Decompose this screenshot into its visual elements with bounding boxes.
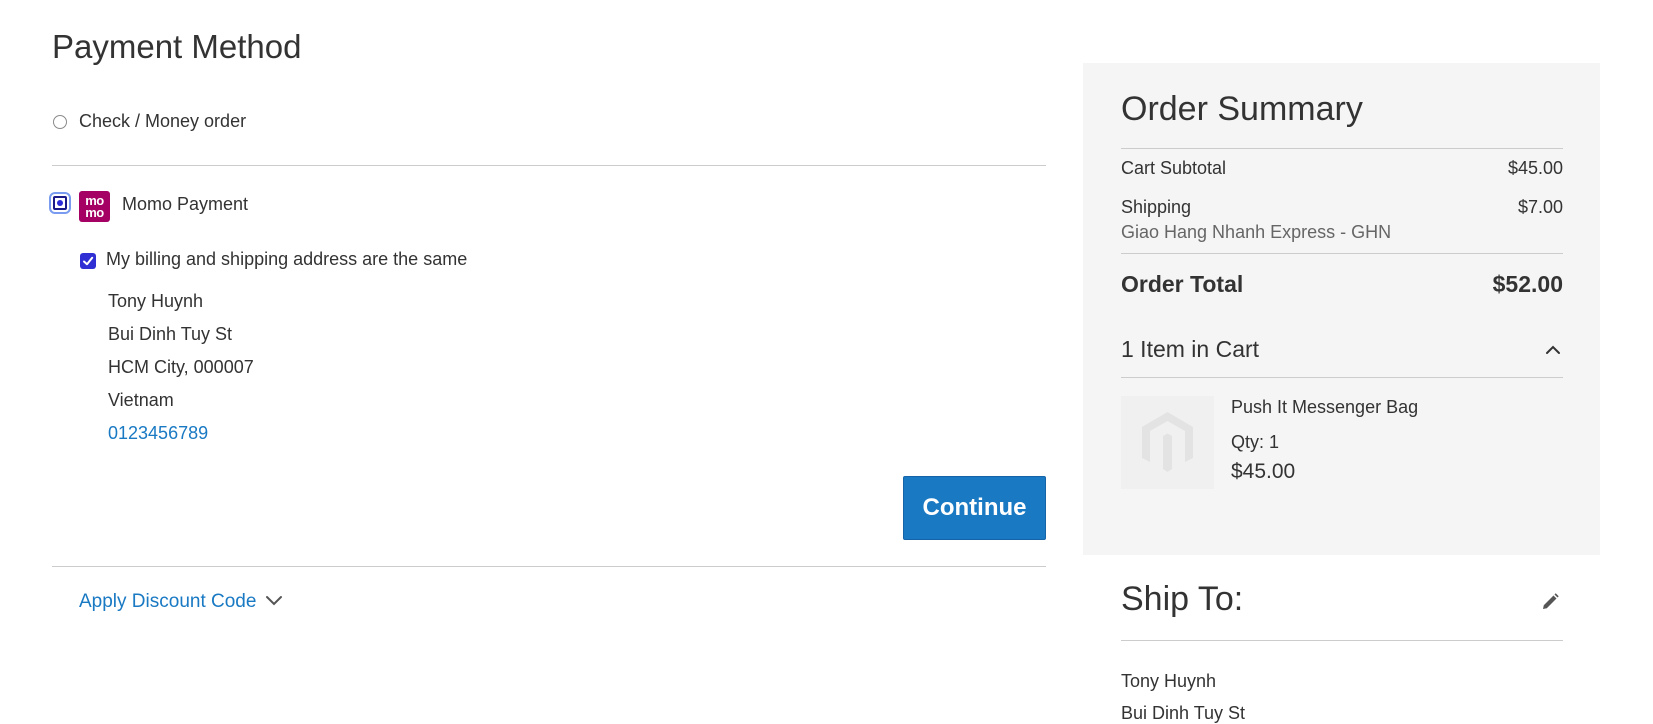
cart-subtotal-label: Cart Subtotal (1121, 158, 1227, 178)
shipping-label: Shipping (1121, 197, 1192, 217)
cart-divider (1121, 377, 1563, 378)
items-in-cart-toggle[interactable]: 1 Item in Cart (1121, 336, 1259, 363)
billing-same-checkbox[interactable] (80, 253, 96, 269)
product-thumbnail[interactable] (1121, 396, 1214, 489)
billing-country: Vietnam (108, 390, 174, 410)
billing-name: Tony Huynh (108, 291, 204, 311)
shipping-value: $7.00 (1517, 197, 1563, 217)
chevron-up-icon[interactable] (1545, 342, 1561, 360)
summary-divider (1121, 148, 1563, 149)
product-price: $45.00 (1231, 460, 1296, 483)
chevron-down-icon[interactable] (265, 594, 283, 612)
shipping-method: Giao Hang Nhanh Express - GHN (1121, 222, 1392, 242)
payment-divider (52, 165, 1046, 166)
summary-divider (1121, 253, 1563, 254)
radio-momo-payment[interactable] (49, 192, 71, 214)
product-qty: Qty: 1 (1231, 432, 1280, 452)
billing-city: HCM City, 000007 (108, 357, 254, 377)
pencil-icon[interactable] (1540, 592, 1560, 617)
ship-to-street: Bui Dinh Tuy St (1121, 703, 1246, 723)
momo-logo-text: mo mo (85, 193, 104, 220)
product-name: Push It Messenger Bag (1231, 397, 1419, 417)
momo-logo: mo mo (79, 191, 110, 222)
cart-subtotal-value: $45.00 (1507, 158, 1563, 178)
payment-option-momo-label[interactable]: Momo Payment (122, 194, 248, 215)
radio-check-money-order[interactable] (53, 115, 67, 129)
order-total-label: Order Total (1121, 271, 1244, 297)
payment-option-check-label[interactable]: Check / Money order (79, 111, 246, 132)
billing-same-label[interactable]: My billing and shipping address are the … (106, 249, 467, 270)
magento-logo-icon (1142, 412, 1193, 472)
billing-street: Bui Dinh Tuy St (108, 324, 233, 344)
page-title: Payment Method (52, 28, 302, 65)
apply-discount-toggle[interactable]: Apply Discount Code (79, 591, 256, 613)
continue-button[interactable]: Continue (903, 476, 1046, 540)
billing-phone-link[interactable]: 0123456789 (108, 423, 208, 444)
order-summary-title: Order Summary (1121, 90, 1363, 128)
discount-divider (52, 566, 1046, 567)
ship-to-name: Tony Huynh (1121, 671, 1217, 691)
ship-to-title: Ship To: (1121, 580, 1244, 618)
order-total-value: $52.00 (1492, 271, 1563, 297)
checkmark-icon (83, 256, 94, 266)
ship-to-divider (1121, 640, 1563, 641)
